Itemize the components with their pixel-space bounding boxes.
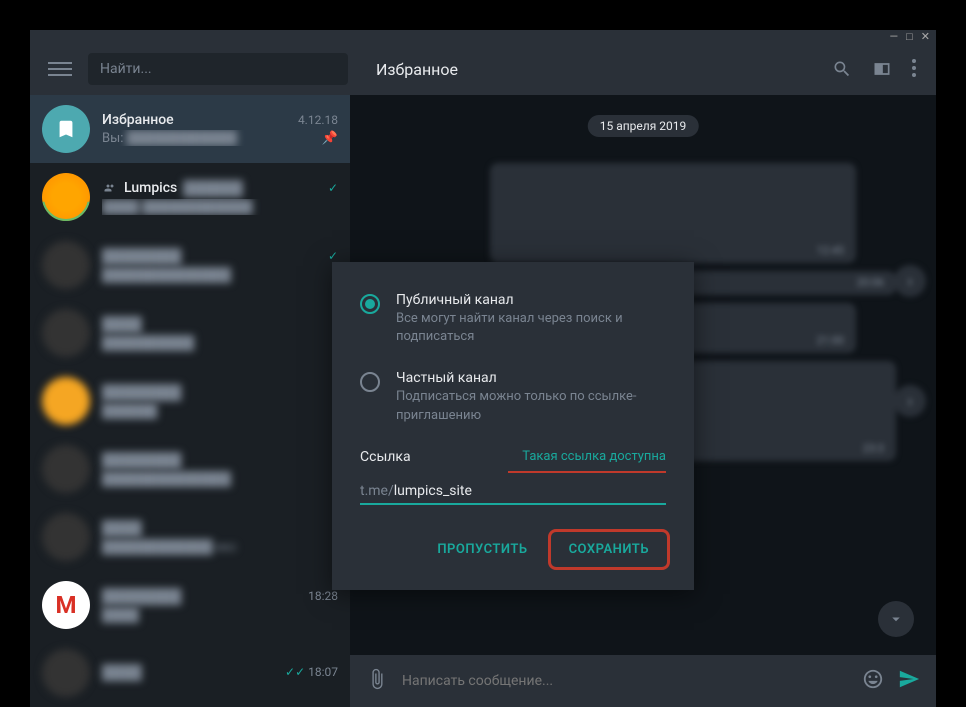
more-icon[interactable] bbox=[912, 59, 916, 79]
chat-item[interactable]: ████████████████ икс bbox=[30, 503, 350, 571]
message-input[interactable] bbox=[402, 673, 848, 689]
search-input[interactable]: Найти... bbox=[88, 53, 348, 85]
highlight-underline bbox=[508, 471, 666, 473]
chat-item[interactable]: ██████████████ bbox=[30, 367, 350, 435]
search-icon[interactable] bbox=[832, 59, 852, 79]
avatar: M bbox=[42, 581, 90, 629]
radio-icon bbox=[360, 372, 380, 392]
chat-item[interactable]: ████✓✓ 18:07 bbox=[30, 639, 350, 707]
emoji-icon[interactable] bbox=[862, 668, 884, 694]
link-input[interactable] bbox=[394, 483, 666, 499]
app-header: Найти... Избранное bbox=[30, 43, 936, 95]
radio-checked-icon bbox=[360, 294, 380, 314]
option-desc: Все могут найти канал через поиск и подп… bbox=[396, 310, 666, 346]
chat-item[interactable]: ████████✓██████████████ bbox=[30, 231, 350, 299]
message-composer bbox=[350, 655, 936, 707]
pin-icon: 📌 bbox=[322, 131, 338, 146]
scroll-down-button[interactable] bbox=[878, 601, 914, 637]
chat-title: Избранное bbox=[356, 60, 824, 79]
skip-button[interactable]: ПРОПУСТИТЬ bbox=[437, 542, 527, 557]
option-title: Частный канал bbox=[396, 370, 666, 386]
link-status: Такая ссылка доступна bbox=[522, 449, 666, 464]
chat-item[interactable]: Lumpics ██████ ✓ ████ ████████████ bbox=[30, 163, 350, 231]
private-channel-option[interactable]: Частный канал Подписаться можно только п… bbox=[332, 370, 694, 424]
link-prefix: t.me/ bbox=[360, 483, 394, 499]
app-window: — □ ✕ Найти... Избранное bbox=[30, 30, 936, 632]
chat-item[interactable]: ██████████████████████ bbox=[30, 435, 350, 503]
maximize-button[interactable]: □ bbox=[906, 30, 913, 43]
bookmark-icon bbox=[42, 105, 90, 153]
titlebar: — □ ✕ bbox=[30, 30, 936, 43]
send-icon[interactable] bbox=[898, 668, 920, 694]
avatar bbox=[42, 173, 90, 221]
chat-item[interactable]: M████████18:28████ bbox=[30, 571, 350, 639]
minimize-button[interactable]: — bbox=[890, 30, 899, 43]
chat-item-saved[interactable]: Избранное 4.12.18 Вы: ████████████ 📌 bbox=[30, 95, 350, 163]
link-input-wrap[interactable]: t.me/ bbox=[360, 483, 666, 505]
public-channel-option[interactable]: Публичный канал Все могут найти канал че… bbox=[332, 292, 694, 346]
channel-type-modal: Публичный канал Все могут найти канал че… bbox=[332, 262, 694, 590]
chat-item[interactable]: ██████████████ bbox=[30, 299, 350, 367]
group-icon bbox=[102, 182, 118, 194]
panel-icon[interactable] bbox=[872, 59, 892, 79]
chevron-right-icon[interactable]: › bbox=[894, 385, 926, 417]
chat-name: Избранное bbox=[102, 112, 174, 128]
option-title: Публичный канал bbox=[396, 292, 666, 308]
save-button[interactable]: СОХРАНИТЬ bbox=[548, 529, 670, 570]
chevron-right-icon[interactable]: › bbox=[894, 265, 926, 297]
link-label: Ссылка bbox=[360, 449, 411, 465]
close-button[interactable]: ✕ bbox=[921, 30, 930, 43]
attach-icon[interactable] bbox=[366, 668, 388, 694]
option-desc: Подписаться можно только по ссылке-пригл… bbox=[396, 388, 666, 424]
menu-icon[interactable] bbox=[48, 57, 72, 81]
chat-date: 4.12.18 bbox=[298, 113, 338, 127]
chat-list: Избранное 4.12.18 Вы: ████████████ 📌 Lu bbox=[30, 95, 350, 707]
